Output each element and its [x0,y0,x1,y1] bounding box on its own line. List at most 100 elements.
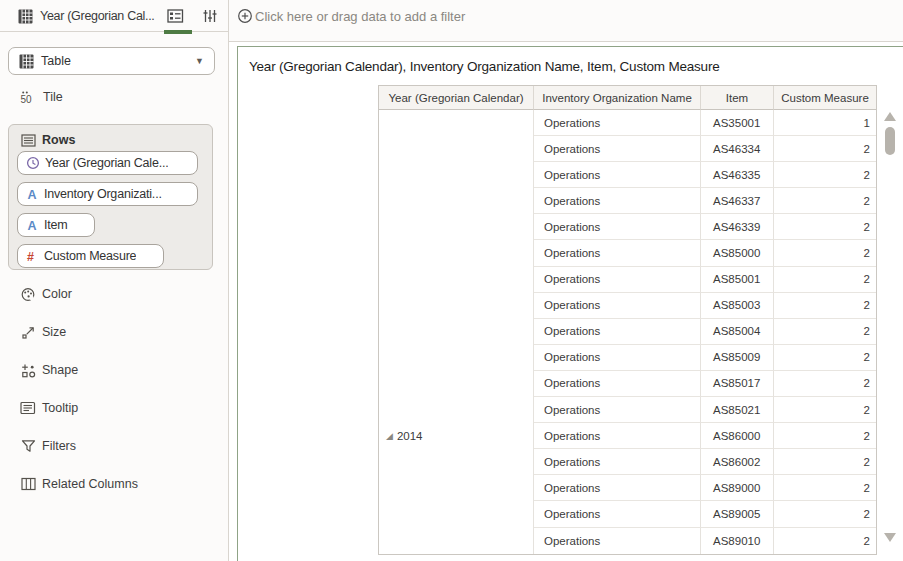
tile-field-well[interactable]: 50 Tile [20,88,63,106]
value-cell[interactable]: 1 [774,110,876,136]
org-cell[interactable]: Operations [534,136,701,162]
item-cell[interactable]: AS85003 [701,293,774,319]
item-cell[interactable]: AS89005 [701,501,774,527]
table-scrollbar[interactable] [883,110,897,554]
year-cell[interactable] [379,319,534,345]
collapse-triangle-icon[interactable]: ◢ [386,431,393,441]
org-cell[interactable]: Operations [534,188,701,214]
item-cell[interactable]: AS85017 [701,371,774,397]
org-cell[interactable]: Operations [534,293,701,319]
sidebar-item-label: Color [42,287,72,301]
value-cell[interactable]: 2 [774,528,876,554]
value-cell[interactable]: 2 [774,136,876,162]
year-cell[interactable] [379,449,534,475]
year-cell[interactable] [379,528,534,554]
year-cell[interactable] [379,397,534,423]
org-cell[interactable]: Operations [534,110,701,136]
pill-item[interactable]: A Item [17,213,95,237]
org-cell[interactable]: Operations [534,371,701,397]
item-cell[interactable]: AS86000 [701,423,774,449]
sidebar-item-color[interactable]: Color [20,285,138,303]
value-cell[interactable]: 2 [774,475,876,501]
column-header-measure[interactable]: Custom Measure [774,86,876,110]
item-cell[interactable]: AS85001 [701,267,774,293]
column-header-year[interactable]: Year (Gregorian Calendar) [379,86,534,110]
item-cell[interactable]: AS35001 [701,110,774,136]
value-cell[interactable]: 2 [774,371,876,397]
settings-tab-icon[interactable] [202,8,218,24]
value-cell[interactable]: 2 [774,397,876,423]
viz-type-value: Table [41,54,195,68]
org-cell[interactable]: Operations [534,449,701,475]
value-cell[interactable]: 2 [774,423,876,449]
year-cell[interactable] [379,162,534,188]
sidebar-item-size[interactable]: Size [20,323,138,341]
item-cell[interactable]: AS85009 [701,345,774,371]
year-cell[interactable] [379,293,534,319]
value-cell[interactable]: 2 [774,345,876,371]
add-filter-icon[interactable] [237,8,253,24]
year-cell[interactable] [379,136,534,162]
value-cell[interactable]: 2 [774,319,876,345]
year-cell[interactable]: ◢2014 [379,423,534,449]
sidebar-item-filters[interactable]: Filters [20,437,138,455]
filters-icon [20,439,36,453]
value-cell[interactable]: 2 [774,240,876,266]
sidebar-item-tooltip[interactable]: Tooltip [20,399,138,417]
year-cell[interactable] [379,110,534,136]
org-cell[interactable]: Operations [534,423,701,449]
item-cell[interactable]: AS85021 [701,397,774,423]
column-header-item[interactable]: Item [701,86,774,110]
scroll-up-arrow[interactable] [884,112,896,121]
org-cell[interactable]: Operations [534,475,701,501]
sidebar-item-shape[interactable]: Shape [20,361,138,379]
org-cell[interactable]: Operations [534,528,701,554]
item-cell[interactable]: AS89000 [701,475,774,501]
sidebar-item-related-columns[interactable]: Related Columns [20,475,138,493]
rows-section-header: Rows [21,129,204,151]
item-cell[interactable]: AS89010 [701,528,774,554]
year-cell[interactable] [379,371,534,397]
org-cell[interactable]: Operations [534,501,701,527]
table-visualization[interactable]: Year (Gregorian Calendar), Inventory Org… [237,46,903,561]
item-cell[interactable]: AS46334 [701,136,774,162]
viz-type-dropdown[interactable]: Table ▼ [8,47,215,75]
item-cell[interactable]: AS85004 [701,319,774,345]
column-header-org[interactable]: Inventory Organization Name [534,86,701,110]
scroll-down-arrow[interactable] [884,533,896,542]
item-cell[interactable]: AS46339 [701,214,774,240]
pill-year[interactable]: Year (Gregorian Cale... [17,151,198,175]
value-cell[interactable]: 2 [774,214,876,240]
item-cell[interactable]: AS46335 [701,162,774,188]
org-cell[interactable]: Operations [534,345,701,371]
value-cell[interactable]: 2 [774,449,876,475]
year-cell[interactable] [379,475,534,501]
org-cell[interactable]: Operations [534,240,701,266]
value-cell[interactable]: 2 [774,501,876,527]
year-cell[interactable] [379,188,534,214]
value-cell[interactable]: 2 [774,162,876,188]
item-cell[interactable]: AS46337 [701,188,774,214]
year-cell[interactable] [379,240,534,266]
pill-inventory-organization[interactable]: A Inventory Organizati... [17,182,198,206]
filter-bar[interactable]: Click here or drag data to add a filter [229,0,903,42]
org-cell[interactable]: Operations [534,397,701,423]
year-cell[interactable] [379,214,534,240]
item-cell[interactable]: AS86002 [701,449,774,475]
item-cell[interactable]: AS85000 [701,240,774,266]
org-cell[interactable]: Operations [534,214,701,240]
org-cell[interactable]: Operations [534,162,701,188]
org-cell[interactable]: Operations [534,267,701,293]
pill-custom-measure[interactable]: # Custom Measure [17,244,164,268]
year-cell[interactable] [379,267,534,293]
org-cell[interactable]: Operations [534,319,701,345]
year-cell[interactable] [379,345,534,371]
sidebar-item-label: Related Columns [42,477,138,491]
value-cell[interactable]: 2 [774,267,876,293]
value-cell[interactable]: 2 [774,293,876,319]
value-cell[interactable]: 2 [774,188,876,214]
scroll-thumb[interactable] [885,127,895,155]
grammar-tab-icon[interactable] [167,8,184,24]
year-cell[interactable] [379,501,534,527]
pill-label: Inventory Organizati... [44,187,162,201]
